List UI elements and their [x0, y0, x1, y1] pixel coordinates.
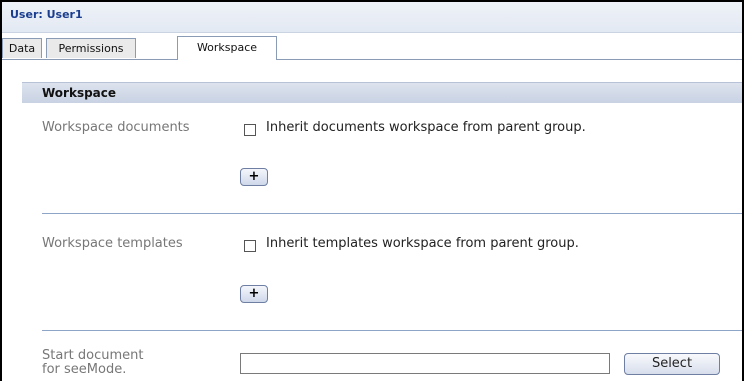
tab-data[interactable]: Data: [2, 38, 42, 58]
start-document-label-line2: for seeMode.: [42, 362, 127, 377]
section-header: Workspace: [22, 82, 742, 103]
inherit-documents-label: Inherit documents workspace from parent …: [266, 120, 586, 135]
section-title: Workspace: [42, 86, 117, 100]
tab-content: Workspace Workspace documents Inherit do…: [2, 60, 742, 381]
inherit-templates-checkbox[interactable]: [244, 240, 256, 252]
workspace-templates-label: Workspace templates: [42, 236, 183, 251]
window-header: User: User1: [2, 2, 742, 33]
window-title: User: User1: [10, 8, 83, 21]
section-divider: [42, 213, 742, 214]
workspace-documents-label: Workspace documents: [42, 120, 190, 135]
section-divider: [42, 330, 742, 331]
start-document-label-line1: Start document: [42, 348, 144, 363]
tab-workspace[interactable]: Workspace: [177, 36, 277, 60]
tab-bar: Data Permissions Workspace: [2, 36, 742, 60]
start-document-input[interactable]: [240, 353, 610, 374]
user-editor-window: User: User1 Data Permissions Workspace W…: [0, 0, 744, 381]
add-document-workspace-button[interactable]: +: [240, 168, 268, 186]
add-template-workspace-button[interactable]: +: [240, 285, 268, 303]
inherit-documents-checkbox[interactable]: [244, 124, 256, 136]
select-button[interactable]: Select: [624, 353, 720, 375]
tab-permissions[interactable]: Permissions: [46, 38, 136, 58]
inherit-templates-label: Inherit templates workspace from parent …: [266, 236, 579, 251]
